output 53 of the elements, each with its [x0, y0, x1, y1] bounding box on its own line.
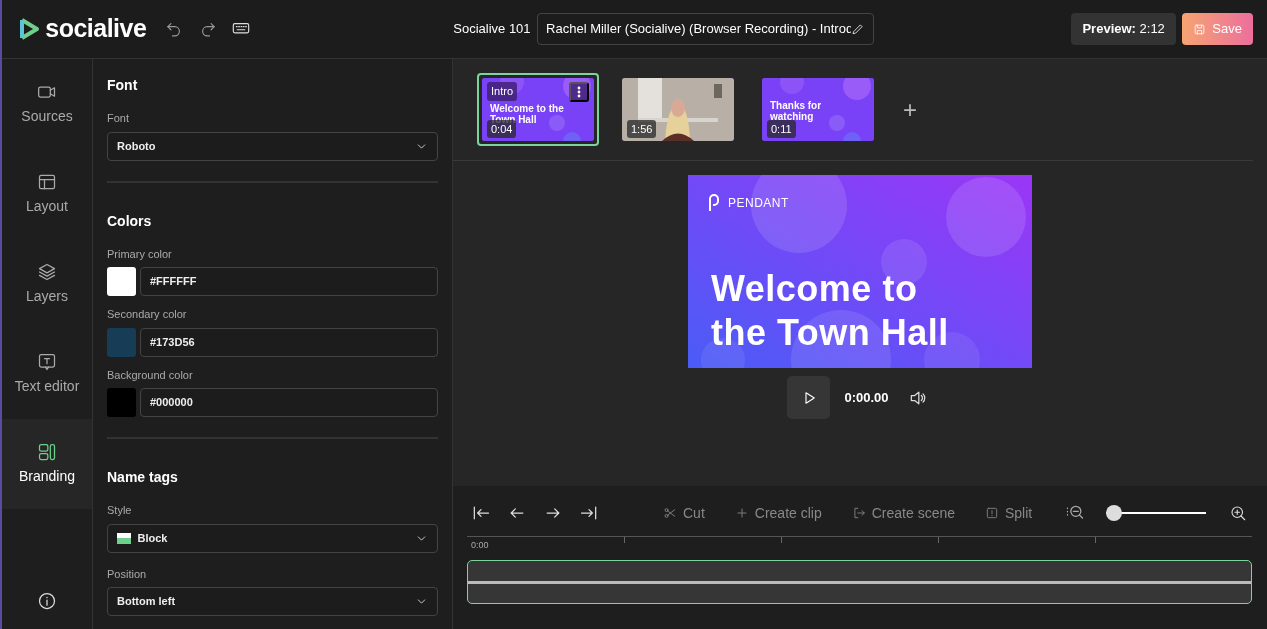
field-label: Style — [107, 503, 133, 518]
slide-title: Welcome to the Town Hall — [490, 103, 565, 125]
scene-thumbnail[interactable]: Intro Welcome to the Town Hall 0:04 — [477, 73, 599, 146]
layers-icon — [37, 261, 57, 282]
block-style-icon — [117, 532, 131, 544]
sidebar-tab[interactable]: Text editor — [2, 329, 92, 419]
sidebar-tab[interactable]: Sources — [2, 59, 92, 149]
info-icon — [37, 591, 57, 611]
color-swatch[interactable] — [107, 267, 136, 296]
add-scene-button[interactable]: + — [897, 90, 923, 129]
scissors-icon — [663, 506, 677, 520]
color-swatch[interactable] — [107, 327, 136, 357]
color-swatch[interactable] — [107, 388, 136, 417]
slide-logo-text: PENDANT — [728, 195, 789, 212]
scene-tag: Intro — [487, 82, 517, 101]
sidebar-tab[interactable]: Layers — [2, 239, 92, 329]
pendant-logo-icon — [708, 194, 722, 212]
field-label: Font — [107, 111, 130, 126]
pencil-icon — [851, 22, 866, 36]
sidebar-tab[interactable]: Layout — [2, 149, 92, 239]
text-icon — [37, 351, 57, 372]
field-label: Background color — [107, 367, 194, 383]
branding-icon — [37, 441, 57, 462]
project-name: Socialive 101 — [453, 20, 531, 39]
select-field[interactable]: Roboto — [107, 131, 438, 161]
section-title: Font — [107, 76, 139, 95]
field-label: Primary color — [107, 246, 173, 262]
save-icon — [1193, 22, 1207, 36]
timeline-clip[interactable] — [467, 560, 1252, 604]
field-label: Position — [107, 566, 148, 582]
section-title: Colors — [107, 211, 153, 231]
color-input[interactable]: #000000 — [140, 388, 438, 417]
sidebar-tab[interactable]: Branding — [2, 419, 92, 509]
preview-duration: Preview: 2:12 — [1071, 13, 1176, 45]
split-icon — [985, 506, 999, 520]
select-field[interactable]: Bottom left — [107, 587, 438, 616]
color-input[interactable]: #173D56 — [140, 327, 438, 357]
scene-duration: 0:11 — [767, 119, 796, 138]
field-label: Secondary color — [107, 307, 188, 322]
slide-title: Thanks for watching — [770, 100, 823, 122]
zoom-in-icon — [1229, 504, 1248, 522]
section-title: Name tags — [107, 468, 179, 487]
more-button[interactable] — [569, 82, 589, 102]
slide-title: Welcome to the Town Hall — [711, 267, 949, 356]
play-button[interactable] — [787, 376, 831, 419]
ruler-label: 0:00 — [471, 539, 489, 552]
more-icon — [577, 86, 581, 98]
logo-text: socialive — [45, 13, 147, 45]
exit-icon — [851, 506, 866, 520]
color-input[interactable]: #FFFFFF — [140, 267, 438, 296]
select-field[interactable]: Block — [107, 523, 438, 553]
playback-time: 0:00.00 — [844, 388, 889, 407]
plus-icon — [734, 506, 749, 520]
